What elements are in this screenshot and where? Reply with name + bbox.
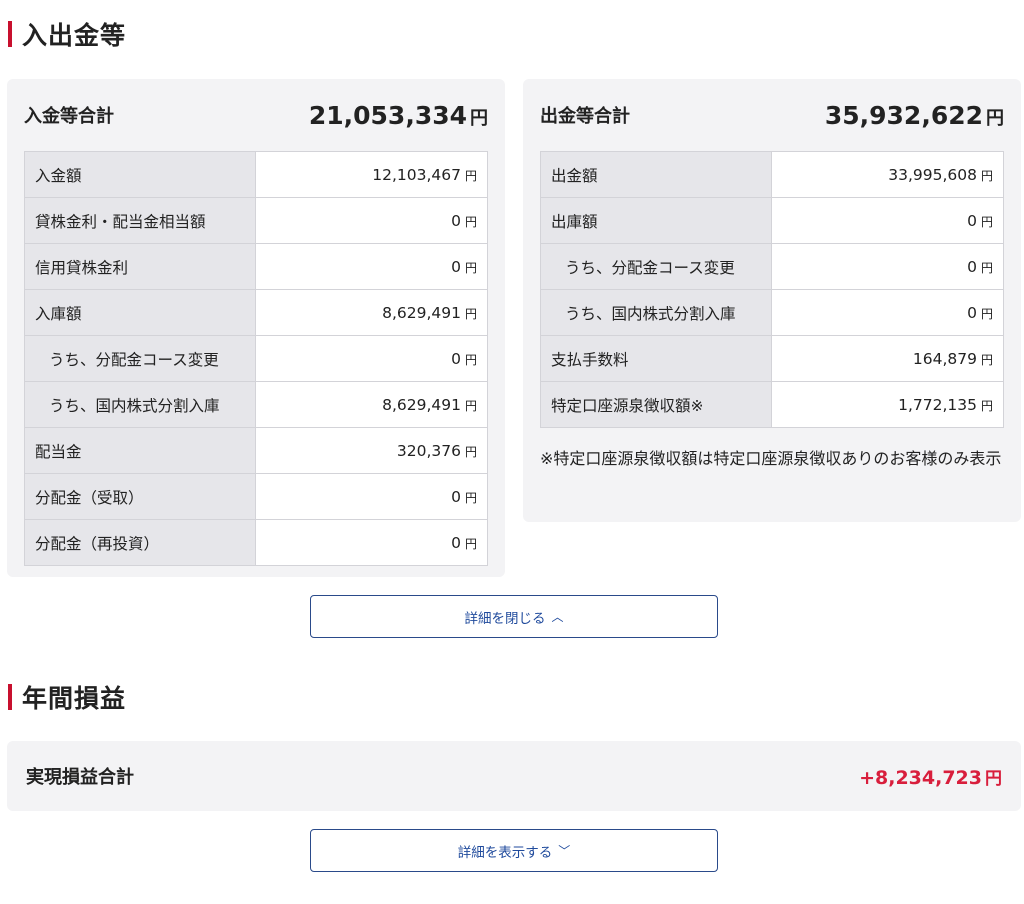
row-label: 出庫額: [540, 197, 772, 244]
deposits-section-title: 入出金等: [8, 16, 126, 52]
realized-gain-label: 実現損益合計: [26, 767, 134, 788]
row-label: 出金額: [540, 151, 772, 198]
table-row: 特定口座源泉徴収額※ 1,772,135 円: [540, 381, 1004, 428]
row-value: 0円: [255, 335, 488, 382]
row-label: 貸株金利・配当金相当額: [24, 197, 256, 244]
row-value: 0円: [771, 197, 1004, 244]
row-value: 164,879 円: [771, 335, 1004, 382]
deposit-total-label: 入金等合計: [24, 106, 114, 127]
realized-gain-value: +8,234,723 円: [859, 766, 1002, 789]
realized-gain-header: 実現損益合計 +8,234,723 円: [7, 741, 1021, 811]
row-value: 320,376 円: [255, 427, 488, 474]
deposit-panel-header: 入金等合計 21,053,334 円: [7, 79, 505, 151]
close-details-button[interactable]: 詳細を閉じる ︿: [310, 595, 718, 638]
row-value: 12,103,467 円: [255, 151, 488, 198]
row-label: 入庫額: [24, 289, 256, 336]
table-row: 分配金（再投資） 0 円: [24, 519, 488, 566]
table-row: うち、分配金コース変更 0 円: [24, 335, 488, 382]
close-details-label: 詳細を閉じる: [464, 610, 546, 627]
table-row: 貸株金利・配当金相当額 0 円: [24, 197, 488, 244]
row-label: うち、国内株式分割入庫: [540, 289, 772, 336]
row-label: 分配金（受取）: [24, 473, 256, 520]
show-details-button[interactable]: 詳細を表示する ﹀: [310, 829, 718, 872]
table-row: うち、国内株式分割入庫 8,629,491 円: [24, 381, 488, 428]
withdraw-total-value: 35,932,622 円: [824, 100, 1004, 130]
table-row: 信用貸株金利 0 円: [24, 243, 488, 290]
row-label: 特定口座源泉徴収額※: [540, 381, 772, 428]
row-label: 支払手数料: [540, 335, 772, 382]
withdraw-panel-header: 出金等合計 35,932,622 円: [523, 79, 1021, 151]
row-value: 8,629,491 円: [255, 289, 488, 336]
row-value: 0円: [255, 197, 488, 244]
chevron-up-icon: ︿: [551, 610, 564, 624]
row-value: 8,629,491 円: [255, 381, 488, 428]
row-label: うち、分配金コース変更: [540, 243, 772, 290]
table-row: 入庫額 8,629,491 円: [24, 289, 488, 336]
title-accent-bar: [8, 21, 12, 47]
row-value: 0円: [255, 473, 488, 520]
row-label: 配当金: [24, 427, 256, 474]
deposit-detail-table: 入金額 12,103,467 円貸株金利・配当金相当額 0 円信用貸株金利 0 円入庫額 8,…: [24, 151, 488, 566]
row-value: 0円: [771, 243, 1004, 290]
withdraw-panel: 出金等合計 35,932,622 円 出金額 33,995,608 円出庫額 0 円うち、…: [523, 79, 1021, 522]
row-value: 33,995,608 円: [771, 151, 1004, 198]
annual-section-title: 年間損益: [8, 679, 126, 715]
withholding-note: ※特定口座源泉徴収額は特定口座源泉徴収ありのお客様のみ表示: [540, 449, 1002, 468]
row-value: 0円: [255, 243, 488, 290]
section-title-text: 年間損益: [22, 684, 127, 713]
table-row: 配当金 320,376 円: [24, 427, 488, 474]
row-label: 入金額: [24, 151, 256, 198]
deposit-panel: 入金等合計 21,053,334 円 入金額 12,103,467 円貸株金利・配当金…: [7, 79, 505, 577]
row-label: うち、分配金コース変更: [24, 335, 256, 382]
section-title-text: 入出金等: [22, 21, 127, 50]
chevron-down-icon: ﹀: [558, 844, 571, 858]
table-row: うち、分配金コース変更 0 円: [540, 243, 1004, 290]
withdraw-detail-table: 出金額 33,995,608 円出庫額 0 円うち、分配金コース変更 0 円うち、国内株式分…: [540, 151, 1004, 428]
title-accent-bar: [8, 684, 12, 710]
show-details-label: 詳細を表示する: [457, 844, 553, 861]
table-row: 分配金（受取） 0 円: [24, 473, 488, 520]
row-label: 信用貸株金利: [24, 243, 256, 290]
table-row: 出庫額 0 円: [540, 197, 1004, 244]
table-row: 支払手数料 164,879 円: [540, 335, 1004, 382]
table-row: 入金額 12,103,467 円: [24, 151, 488, 198]
table-row: 出金額 33,995,608 円: [540, 151, 1004, 198]
withdraw-total-label: 出金等合計: [540, 106, 630, 127]
row-label: 分配金（再投資）: [24, 519, 256, 566]
deposit-total-value: 21,053,334 円: [308, 100, 488, 130]
row-value: 1,772,135 円: [771, 381, 1004, 428]
table-row: うち、国内株式分割入庫 0 円: [540, 289, 1004, 336]
row-label: うち、国内株式分割入庫: [24, 381, 256, 428]
row-value: 0円: [771, 289, 1004, 336]
realized-gain-panel: 実現損益合計 +8,234,723 円: [7, 741, 1021, 811]
row-value: 0円: [255, 519, 488, 566]
